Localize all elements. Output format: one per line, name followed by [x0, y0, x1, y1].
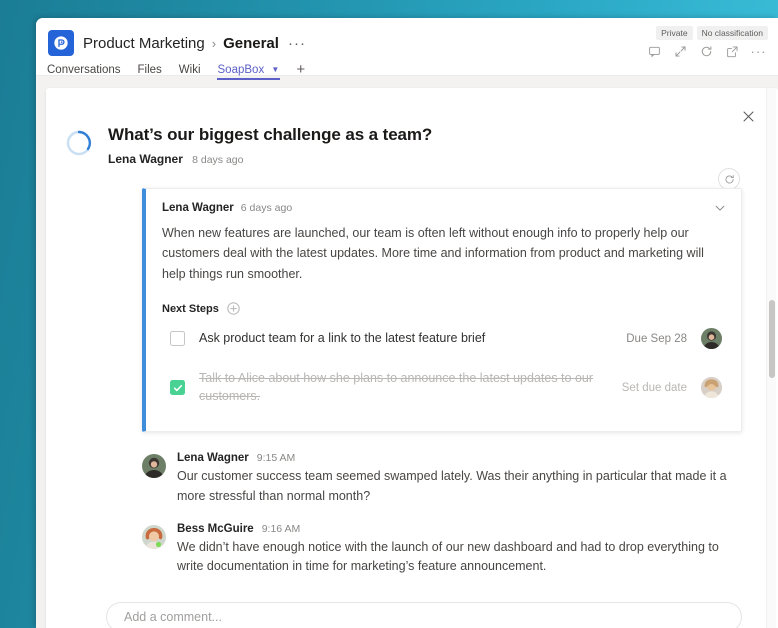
badge-no-classification: No classification [696, 26, 768, 40]
tab-soapbox-label: SoapBox [217, 63, 265, 76]
task-row[interactable]: Ask product team for a link to the lates… [162, 319, 724, 358]
message-list: Lena Wagner 9:15 AM Our customer success… [142, 452, 742, 577]
app-header: Product Marketing › General ··· Conversa… [36, 18, 778, 80]
comment-composer [46, 592, 766, 628]
chevron-down-icon[interactable] [713, 201, 727, 215]
task-row[interactable]: Talk to Alice about how she plans to ann… [162, 361, 724, 414]
tab-conversations[interactable]: Conversations [47, 64, 121, 80]
message-text: Our customer success team seemed swamped… [177, 469, 727, 503]
message-author: Lena Wagner [177, 452, 249, 465]
comment-box[interactable] [106, 602, 742, 628]
tab-conversations-label: Conversations [47, 63, 121, 76]
message-item: Lena Wagner 9:15 AM Our customer success… [142, 452, 742, 506]
header-right-controls: Private No classification ··· [648, 26, 768, 58]
task-text: Talk to Alice about how she plans to ann… [199, 371, 594, 403]
item-author: Lena Wagner [108, 152, 183, 167]
tab-wiki[interactable]: Wiki [179, 64, 201, 80]
chevron-down-icon[interactable]: ▼ [271, 65, 279, 74]
app-window: Product Marketing › General ··· Conversa… [36, 18, 778, 628]
message-author: Bess McGuire [177, 522, 254, 535]
feedback-icon[interactable] [648, 45, 661, 58]
comment-input[interactable] [124, 610, 724, 624]
open-in-new-icon[interactable] [726, 45, 739, 58]
classification-badges: Private No classification [656, 26, 768, 40]
team-logo-icon [48, 30, 74, 56]
message-timestamp: 9:16 AM [261, 522, 301, 535]
message-item: Bess McGuire 9:16 AM We didn’t have enou… [142, 523, 742, 577]
badge-private: Private [656, 26, 693, 40]
avatar [142, 454, 166, 479]
avatar [701, 377, 722, 399]
task-checkbox[interactable] [170, 380, 185, 396]
channel-more-options-icon[interactable]: ··· [288, 36, 306, 51]
summary-timestamp: 6 days ago [240, 202, 293, 215]
regenerate-summary-button[interactable] [718, 168, 740, 190]
breadcrumb-channel[interactable]: General [223, 35, 279, 52]
breadcrumb-separator-icon: › [211, 35, 217, 51]
message-text: We didn’t have enough notice with the la… [177, 539, 719, 574]
next-steps-label: Next Steps [162, 302, 219, 315]
loading-ring-icon [66, 130, 92, 156]
item-detail-panel: What’s our biggest challenge as a team? … [46, 88, 778, 628]
tab-wiki-label: Wiki [178, 63, 201, 76]
task-set-due-date[interactable]: Set due date [622, 382, 687, 394]
more-options-icon[interactable]: ··· [751, 45, 766, 58]
plus-circle-icon[interactable] [226, 301, 241, 316]
summary-card-header: Lena Wagner 6 days ago [162, 202, 724, 214]
message-timestamp: 9:15 AM [256, 452, 296, 465]
task-checkbox[interactable] [170, 331, 185, 347]
summary-author: Lena Wagner [162, 202, 234, 215]
header-icon-row: ··· [648, 45, 768, 58]
tab-files[interactable]: Files [138, 64, 162, 80]
task-text: Ask product team for a link to the lates… [199, 330, 486, 345]
item-header: What’s our biggest challenge as a team? … [46, 124, 766, 190]
task-due-date[interactable]: Due Sep 28 [626, 333, 687, 345]
expand-icon[interactable] [674, 45, 687, 58]
page-title: What’s our biggest challenge as a team? [108, 125, 433, 144]
summary-card: Lena Wagner 6 days ago When new features… [142, 188, 742, 433]
panel-scroll-area: What’s our biggest challenge as a team? … [46, 88, 766, 628]
refresh-icon[interactable] [700, 45, 713, 58]
tab-soapbox[interactable]: SoapBox ▼ [216, 63, 281, 80]
add-tab-button[interactable]: + [296, 62, 305, 81]
panel-scrollbar[interactable] [766, 88, 776, 628]
item-byline: Lena Wagner 8 days ago [108, 152, 432, 166]
scrollbar-thumb[interactable] [769, 300, 775, 378]
avatar [142, 524, 166, 549]
avatar [701, 328, 722, 350]
summary-body-text: When new features are launched, our team… [162, 226, 704, 281]
tab-files-label: Files [137, 63, 162, 76]
next-steps-header: Next Steps [162, 301, 724, 316]
item-timestamp: 8 days ago [192, 154, 244, 167]
tab-bar: Conversations Files Wiki SoapBox ▼ + [36, 62, 778, 81]
breadcrumb-team[interactable]: Product Marketing [83, 35, 205, 52]
